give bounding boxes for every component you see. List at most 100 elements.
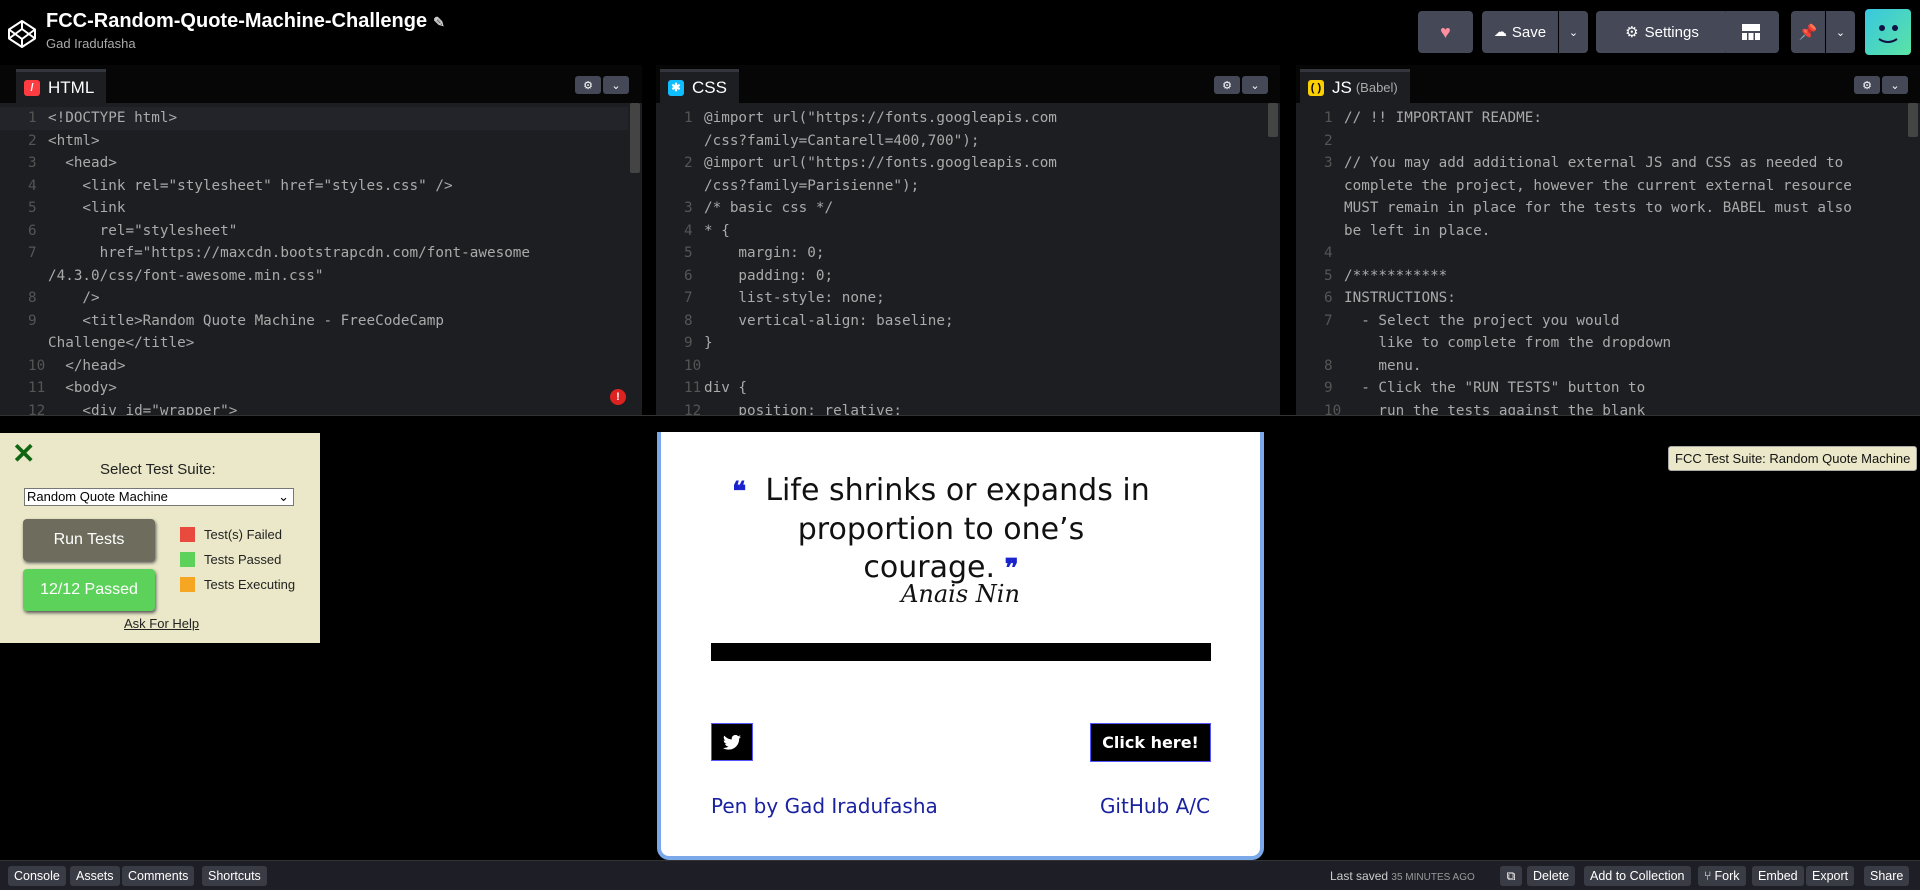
code-line: /css?family=Cantarell=400,700"); xyxy=(656,130,1266,153)
html-code: 1 <!DOCTYPE html> 2 <html> 3 <head> 4 <link r… xyxy=(0,107,628,415)
js-settings-button[interactable]: ⚙ xyxy=(1854,76,1880,94)
line-number: 9 xyxy=(1324,380,1333,396)
header: FCC-Random-Quote-Machine-Challenge ✎ Gad … xyxy=(0,0,1920,65)
code-line: 7 - Select the project you would xyxy=(1296,310,1906,333)
line-number: 1 xyxy=(684,110,693,126)
line-text: // !! IMPORTANT README: xyxy=(1344,110,1542,126)
js-code: 1 // !! IMPORTANT README: 2 3 // You may add… xyxy=(1296,107,1906,415)
line-number: 1 xyxy=(28,110,37,126)
line-number: 9 xyxy=(684,335,693,351)
code-line: 12 <div id="wrapper"> xyxy=(0,400,628,416)
codepen-logo-icon[interactable] xyxy=(6,18,38,50)
code-line: 11 <body> xyxy=(0,377,628,400)
comments-button[interactable]: Comments xyxy=(122,866,195,886)
fork-icon: ⑂ xyxy=(1704,869,1712,883)
console-button[interactable]: Console xyxy=(8,866,66,886)
save-button[interactable]: ☁ Save xyxy=(1482,11,1558,53)
html-collapse-button[interactable]: ⌄ xyxy=(603,76,629,94)
embed-button[interactable]: Embed xyxy=(1752,866,1804,886)
fcc-test-suite-panel: ✕ Select Test Suite: Random Quote Machin… xyxy=(0,433,320,643)
css-collapse-button[interactable]: ⌄ xyxy=(1242,76,1268,94)
code-line: 5 <link xyxy=(0,197,628,220)
pin-options-button[interactable]: ⌄ xyxy=(1826,11,1855,53)
code-line: 10 run the tests against the blank xyxy=(1296,400,1906,416)
line-number xyxy=(1296,220,1344,243)
open-external-button[interactable]: ⧉ xyxy=(1500,866,1522,886)
footer: Console Assets Comments Shortcuts Last s… xyxy=(0,860,1920,890)
css-code-area[interactable]: 1 @import url("https://fonts.googleapis.c… xyxy=(656,103,1280,415)
pen-author-link[interactable]: Pen by Gad Iradufasha xyxy=(711,794,938,818)
js-collapse-button[interactable]: ⌄ xyxy=(1882,76,1908,94)
last-saved-prefix: Last saved xyxy=(1330,869,1389,883)
tab-css[interactable]: ✱ CSS xyxy=(660,69,739,103)
code-line: MUST remain in place for the tests to wo… xyxy=(1296,197,1906,220)
quote-text: Life shrinks or expands in proportion to… xyxy=(765,473,1150,585)
editor-resize-handle[interactable] xyxy=(0,415,1920,432)
love-button[interactable]: ♥ xyxy=(1418,11,1473,53)
line-number: 4 xyxy=(1324,245,1333,261)
pin-button[interactable]: 📌 xyxy=(1791,11,1825,53)
js-code-area[interactable]: 1 // !! IMPORTANT README: 2 3 // You may add… xyxy=(1296,103,1920,415)
pin-icon: 📌 xyxy=(1798,24,1818,41)
line-number: 7 xyxy=(28,245,37,261)
github-link[interactable]: GitHub A/C xyxy=(1100,794,1210,818)
last-saved-time: 35 MINUTES AGO xyxy=(1391,872,1475,883)
close-icon[interactable]: ✕ xyxy=(12,440,35,468)
line-text: margin: 0; xyxy=(704,245,825,261)
line-number: 7 xyxy=(684,290,693,306)
line-number: 3 xyxy=(1324,155,1333,171)
fcc-test-suite-tooltip[interactable]: FCC Test Suite: Random Quote Machine xyxy=(1668,446,1918,471)
line-number: 5 xyxy=(28,200,37,216)
external-link-icon: ⧉ xyxy=(1506,868,1516,883)
error-icon[interactable]: ! xyxy=(610,389,626,405)
layout-button[interactable] xyxy=(1723,11,1779,53)
settings-label: Settings xyxy=(1644,23,1699,41)
line-text: be left in place. xyxy=(1344,222,1491,239)
code-line: 6 padding: 0; xyxy=(656,265,1266,288)
assets-button[interactable]: Assets xyxy=(70,866,120,886)
line-number: 2 xyxy=(1324,132,1333,149)
user-avatar[interactable] xyxy=(1865,9,1911,55)
js-scrollbar[interactable] xyxy=(1908,103,1918,137)
save-options-button[interactable]: ⌄ xyxy=(1559,11,1588,53)
settings-button[interactable]: ⚙ Settings xyxy=(1596,11,1728,53)
tests-passed-button[interactable]: 12/12 Passed xyxy=(23,569,155,611)
code-line: Challenge</title> xyxy=(0,332,628,355)
code-line: 2 <html> xyxy=(0,130,628,153)
gear-icon: ⚙ xyxy=(1222,79,1232,92)
tab-html[interactable]: / HTML xyxy=(16,69,107,103)
line-number: 4 xyxy=(28,177,37,194)
code-line: 5 margin: 0; xyxy=(656,242,1266,265)
pen-author[interactable]: Gad Iradufasha xyxy=(46,36,136,51)
ask-for-help-link[interactable]: Ask For Help xyxy=(124,616,199,631)
html-settings-button[interactable]: ⚙ xyxy=(575,76,601,94)
code-line: 1 // !! IMPORTANT README: xyxy=(1296,107,1906,130)
tab-js[interactable]: ( ) JS (Babel) xyxy=(1300,69,1410,103)
line-text: <html> xyxy=(48,132,100,149)
html-code-area[interactable]: 1 <!DOCTYPE html> 2 <html> 3 <head> 4 <link r… xyxy=(0,103,642,415)
tweet-button[interactable] xyxy=(711,723,753,761)
delete-button[interactable]: Delete xyxy=(1527,866,1576,886)
pencil-icon[interactable]: ✎ xyxy=(433,14,445,30)
code-line: /4.3.0/css/font-awesome.min.css" xyxy=(0,265,628,288)
css-editor-header: ✱ CSS ⚙ ⌄ xyxy=(656,65,1280,103)
passed-swatch xyxy=(180,552,195,567)
run-tests-button[interactable]: Run Tests xyxy=(23,519,155,561)
code-line: 12 position: relative; xyxy=(656,400,1266,416)
code-line: 7 list-style: none; xyxy=(656,287,1266,310)
css-settings-button[interactable]: ⚙ xyxy=(1214,76,1240,94)
legend-executing: Tests Executing xyxy=(180,577,295,592)
test-suite-select[interactable]: Random Quote Machine ⌄ xyxy=(24,488,294,506)
html-scrollbar[interactable] xyxy=(630,103,640,173)
export-button[interactable]: Export xyxy=(1806,866,1855,886)
shortcuts-button[interactable]: Shortcuts xyxy=(202,866,267,886)
add-to-collection-button[interactable]: Add to Collection xyxy=(1584,866,1691,886)
share-button[interactable]: Share xyxy=(1864,866,1910,886)
tab-js-sub: (Babel) xyxy=(1355,80,1398,95)
pen-title[interactable]: FCC-Random-Quote-Machine-Challenge ✎ xyxy=(46,10,445,33)
css-scrollbar[interactable] xyxy=(1268,103,1278,137)
legend-executing-label: Tests Executing xyxy=(204,577,296,592)
fork-button[interactable]: ⑂ Fork xyxy=(1698,866,1746,886)
new-quote-button[interactable]: Click here! xyxy=(1090,723,1211,762)
code-line: 8 menu. xyxy=(1296,355,1906,378)
